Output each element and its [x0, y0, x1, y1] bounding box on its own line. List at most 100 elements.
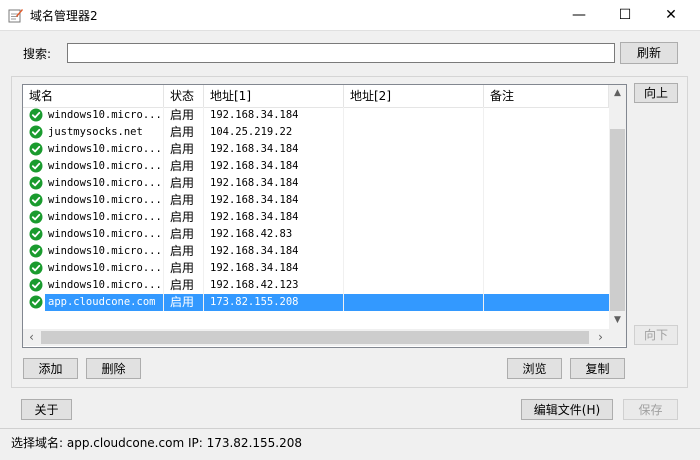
domain-text: windows10.micro...: [48, 211, 162, 223]
column-header-address1[interactable]: 地址[1]: [204, 85, 344, 107]
cell-note: [484, 294, 609, 311]
cell-address1: 192.168.34.184: [204, 260, 344, 277]
cell-status: 启用: [164, 277, 204, 294]
cell-status: 启用: [164, 260, 204, 277]
window-title: 域名管理器2: [30, 9, 98, 23]
cell-address2: [344, 107, 484, 124]
address1-text: 192.168.42.83: [210, 228, 293, 240]
add-button[interactable]: 添加: [23, 358, 78, 379]
cell-domain: windows10.micro...: [45, 192, 164, 209]
cell-note: [484, 107, 609, 124]
cell-address1: 192.168.42.83: [204, 226, 344, 243]
table-row[interactable]: windows10.micro... 启用 192.168.34.184: [23, 107, 609, 124]
column-header-domain[interactable]: 域名: [23, 85, 164, 107]
cell-domain: windows10.micro...: [45, 175, 164, 192]
vertical-scroll-thumb[interactable]: [610, 129, 625, 311]
cell-domain: windows10.micro...: [45, 141, 164, 158]
table-row[interactable]: windows10.micro... 启用 192.168.34.184: [23, 209, 609, 226]
address1-text: 104.25.219.22: [210, 126, 293, 138]
table-row[interactable]: windows10.micro... 启用 192.168.42.123: [23, 277, 609, 294]
cell-address1: 192.168.34.184: [204, 192, 344, 209]
table-row[interactable]: app.cloudcone.com 启用 173.82.155.208: [23, 294, 609, 311]
status-text: 启用: [170, 193, 195, 207]
cell-note: [484, 192, 609, 209]
cell-status: 启用: [164, 141, 204, 158]
cell-status: 启用: [164, 124, 204, 141]
address1-text: 192.168.34.184: [210, 177, 299, 189]
minimize-button[interactable]: —: [556, 0, 602, 30]
maximize-button[interactable]: ☐: [602, 0, 648, 30]
cell-domain: windows10.micro...: [45, 107, 164, 124]
cell-note: [484, 158, 609, 175]
cell-status: 启用: [164, 158, 204, 175]
table-row[interactable]: windows10.micro... 启用 192.168.34.184: [23, 158, 609, 175]
cell-domain: windows10.micro...: [45, 277, 164, 294]
save-button[interactable]: 保存: [623, 399, 678, 420]
domain-text: windows10.micro...: [48, 109, 162, 121]
list-header: 域名 状态 地址[1] 地址[2] 备注: [23, 85, 609, 108]
cell-domain: windows10.micro...: [45, 243, 164, 260]
copy-button[interactable]: 复制: [570, 358, 625, 379]
table-row[interactable]: windows10.micro... 启用 192.168.42.83: [23, 226, 609, 243]
horizontal-scroll-thumb[interactable]: [41, 331, 589, 344]
scroll-left-arrow-icon[interactable]: ‹: [23, 329, 40, 346]
search-input[interactable]: [67, 43, 615, 63]
domain-list[interactable]: 域名 状态 地址[1] 地址[2] 备注 windows10.micro... 启…: [22, 84, 627, 348]
scroll-down-arrow-icon[interactable]: ▼: [609, 312, 626, 329]
cell-address1: 192.168.34.184: [204, 209, 344, 226]
cell-address2: [344, 277, 484, 294]
scroll-right-arrow-icon[interactable]: ›: [592, 329, 609, 346]
domain-text: windows10.micro...: [48, 194, 162, 206]
table-row[interactable]: windows10.micro... 启用 192.168.34.184: [23, 141, 609, 158]
cell-address2: [344, 243, 484, 260]
list-body: windows10.micro... 启用 192.168.34.184 justmy…: [23, 107, 609, 311]
column-header-status[interactable]: 状态: [164, 85, 204, 107]
domain-text: windows10.micro...: [48, 228, 162, 240]
cell-address1: 192.168.34.184: [204, 141, 344, 158]
status-text: 启用: [170, 125, 195, 139]
status-text: 启用: [170, 278, 195, 292]
domain-text: justmysocks.net: [48, 126, 143, 138]
cell-address1: 192.168.42.123: [204, 277, 344, 294]
move-down-button[interactable]: 向下: [634, 325, 678, 345]
status-text: 启用: [170, 244, 195, 258]
title-bar[interactable]: 域名管理器2 — ☐ ✕: [0, 0, 700, 31]
column-header-address2[interactable]: 地址[2]: [344, 85, 484, 107]
horizontal-scrollbar[interactable]: ‹ ›: [23, 329, 609, 346]
cell-address2: [344, 294, 484, 311]
search-label: 搜索:: [23, 47, 52, 61]
move-up-button[interactable]: 向上: [634, 83, 678, 103]
table-row[interactable]: windows10.micro... 启用 192.168.34.184: [23, 175, 609, 192]
check-circle-icon: [29, 108, 43, 122]
check-circle-icon: [29, 193, 43, 207]
address1-text: 192.168.42.123: [210, 279, 299, 291]
cell-note: [484, 277, 609, 294]
cell-status: 启用: [164, 192, 204, 209]
table-row[interactable]: windows10.micro... 启用 192.168.34.184: [23, 243, 609, 260]
table-row[interactable]: windows10.micro... 启用 192.168.34.184: [23, 192, 609, 209]
about-button[interactable]: 关于: [21, 399, 72, 420]
browse-button[interactable]: 浏览: [507, 358, 562, 379]
address1-text: 192.168.34.184: [210, 262, 299, 274]
vertical-scrollbar[interactable]: ▲ ▼: [609, 85, 626, 329]
check-circle-icon: [29, 278, 43, 292]
scroll-up-arrow-icon[interactable]: ▲: [609, 85, 626, 102]
column-header-note[interactable]: 备注: [484, 85, 609, 107]
edit-file-button[interactable]: 编辑文件(H): [521, 399, 613, 420]
table-row[interactable]: windows10.micro... 启用 192.168.34.184: [23, 260, 609, 277]
cell-status: 启用: [164, 243, 204, 260]
delete-button[interactable]: 删除: [86, 358, 141, 379]
cell-address2: [344, 124, 484, 141]
address1-text: 192.168.34.184: [210, 160, 299, 172]
cell-address2: [344, 175, 484, 192]
close-button[interactable]: ✕: [648, 0, 694, 30]
check-circle-icon: [29, 125, 43, 139]
table-row[interactable]: justmysocks.net 启用 104.25.219.22: [23, 124, 609, 141]
cell-domain: windows10.micro...: [45, 209, 164, 226]
status-text: 启用: [170, 159, 195, 173]
address1-text: 192.168.34.184: [210, 109, 299, 121]
cell-note: [484, 226, 609, 243]
domain-text: windows10.micro...: [48, 143, 162, 155]
check-circle-icon: [29, 244, 43, 258]
refresh-button[interactable]: 刷新: [620, 42, 678, 64]
